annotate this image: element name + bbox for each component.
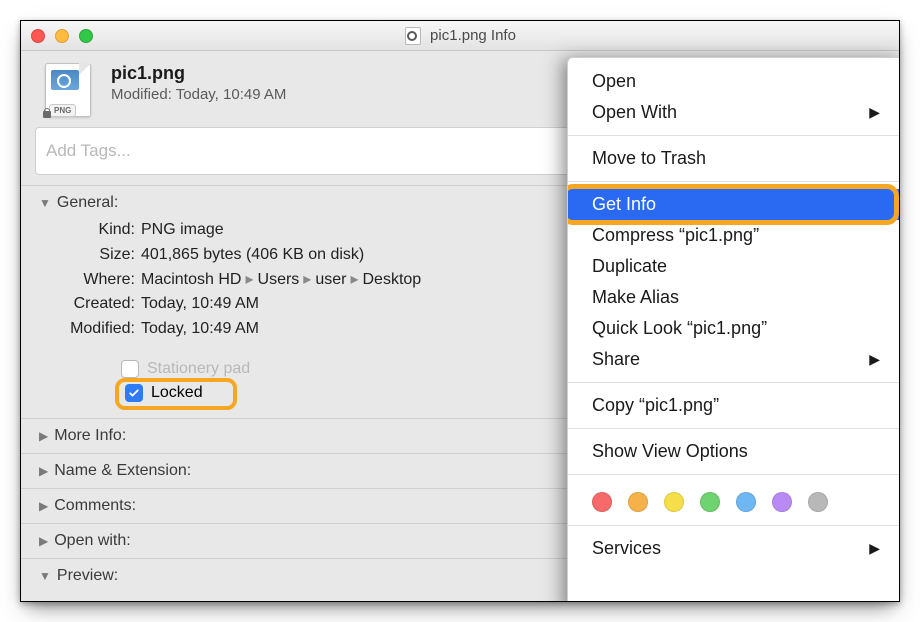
stationery-label: Stationery pad bbox=[147, 360, 250, 378]
disclosure-down-icon: ▼ bbox=[39, 569, 51, 583]
window-controls bbox=[31, 29, 93, 43]
check-icon bbox=[128, 387, 140, 399]
file-name: pic1.png bbox=[111, 63, 185, 84]
menu-services-label: Services bbox=[592, 538, 661, 559]
name-ext-label: Name & Extension: bbox=[54, 462, 191, 480]
disclosure-right-icon: ▶ bbox=[39, 499, 48, 513]
titlebar: pic1.png Info bbox=[21, 21, 899, 51]
modified-label: Modified: bbox=[39, 317, 135, 342]
disclosure-right-icon: ▶ bbox=[39, 429, 48, 443]
tag-color-dot[interactable] bbox=[664, 492, 684, 512]
menu-move-to-trash[interactable]: Move to Trash bbox=[568, 143, 900, 174]
disclosure-right-icon: ▶ bbox=[39, 464, 48, 478]
menu-quick-look[interactable]: Quick Look “pic1.png” bbox=[568, 313, 900, 344]
menu-separator bbox=[568, 181, 900, 182]
menu-make-alias[interactable]: Make Alias bbox=[568, 282, 900, 313]
tag-color-dot[interactable] bbox=[808, 492, 828, 512]
path-separator-icon: ▸ bbox=[303, 271, 311, 288]
comments-label: Comments: bbox=[54, 497, 136, 515]
menu-copy[interactable]: Copy “pic1.png” bbox=[568, 390, 900, 421]
menu-compress[interactable]: Compress “pic1.png” bbox=[568, 220, 900, 251]
lock-icon bbox=[41, 107, 53, 119]
where-label: Where: bbox=[39, 268, 135, 293]
menu-share[interactable]: Share ▶ bbox=[568, 344, 900, 375]
tag-color-dot[interactable] bbox=[628, 492, 648, 512]
file-icon: PNG bbox=[39, 63, 97, 121]
locked-highlight: Locked bbox=[115, 378, 237, 410]
preview-label: Preview: bbox=[57, 567, 118, 585]
menu-get-info-label: Get Info bbox=[592, 194, 656, 215]
menu-view-options-label: Show View Options bbox=[592, 441, 748, 462]
tag-color-dot[interactable] bbox=[736, 492, 756, 512]
window-title: pic1.png Info bbox=[430, 27, 516, 44]
menu-trash-label: Move to Trash bbox=[592, 148, 706, 169]
chevron-right-icon: ▶ bbox=[869, 540, 880, 557]
chevron-right-icon: ▶ bbox=[869, 104, 880, 121]
disclosure-right-icon: ▶ bbox=[39, 534, 48, 548]
menu-open[interactable]: Open bbox=[568, 66, 900, 97]
more-info-label: More Info: bbox=[54, 427, 126, 445]
menu-open-with-label: Open With bbox=[592, 102, 677, 123]
section-general-label: General: bbox=[57, 194, 118, 212]
menu-separator bbox=[568, 428, 900, 429]
menu-tag-colors bbox=[568, 482, 900, 518]
where-segment: user bbox=[315, 271, 346, 288]
path-separator-icon: ▸ bbox=[350, 271, 358, 288]
menu-open-with[interactable]: Open With ▶ bbox=[568, 97, 900, 128]
menu-make-alias-label: Make Alias bbox=[592, 287, 679, 308]
info-window: pic1.png Info PNG pic1.png 402 Modified:… bbox=[20, 20, 900, 602]
context-menu: Open Open With ▶ Move to Trash Get Info … bbox=[567, 57, 900, 602]
stationery-checkbox[interactable] bbox=[121, 360, 139, 378]
locked-checkbox[interactable] bbox=[125, 384, 143, 402]
where-segment: Desktop bbox=[362, 271, 421, 288]
zoom-window-button[interactable] bbox=[79, 29, 93, 43]
menu-open-label: Open bbox=[592, 71, 636, 92]
close-window-button[interactable] bbox=[31, 29, 45, 43]
tag-color-dot[interactable] bbox=[700, 492, 720, 512]
menu-duplicate-label: Duplicate bbox=[592, 256, 667, 277]
menu-copy-label: Copy “pic1.png” bbox=[592, 395, 719, 416]
open-with-label: Open with: bbox=[54, 532, 130, 550]
tag-color-dot[interactable] bbox=[772, 492, 792, 512]
kind-label: Kind: bbox=[39, 218, 135, 243]
disclosure-down-icon: ▼ bbox=[39, 196, 51, 210]
menu-separator bbox=[568, 474, 900, 475]
file-type-icon bbox=[404, 27, 422, 45]
menu-services[interactable]: Services ▶ bbox=[568, 533, 900, 564]
menu-get-info[interactable]: Get Info bbox=[568, 189, 900, 220]
created-label: Created: bbox=[39, 292, 135, 317]
menu-separator bbox=[568, 525, 900, 526]
menu-share-label: Share bbox=[592, 349, 640, 370]
where-segment: Macintosh HD bbox=[141, 271, 241, 288]
minimize-window-button[interactable] bbox=[55, 29, 69, 43]
menu-show-view-options[interactable]: Show View Options bbox=[568, 436, 900, 467]
file-badge: PNG bbox=[49, 104, 76, 117]
menu-separator bbox=[568, 135, 900, 136]
chevron-right-icon: ▶ bbox=[869, 351, 880, 368]
menu-separator bbox=[568, 382, 900, 383]
menu-duplicate[interactable]: Duplicate bbox=[568, 251, 900, 282]
tag-color-dot[interactable] bbox=[592, 492, 612, 512]
path-separator-icon: ▸ bbox=[245, 271, 253, 288]
where-segment: Users bbox=[258, 271, 300, 288]
menu-compress-label: Compress “pic1.png” bbox=[592, 225, 759, 246]
menu-quick-look-label: Quick Look “pic1.png” bbox=[592, 318, 767, 339]
size-label: Size: bbox=[39, 243, 135, 268]
locked-label: Locked bbox=[151, 384, 203, 402]
